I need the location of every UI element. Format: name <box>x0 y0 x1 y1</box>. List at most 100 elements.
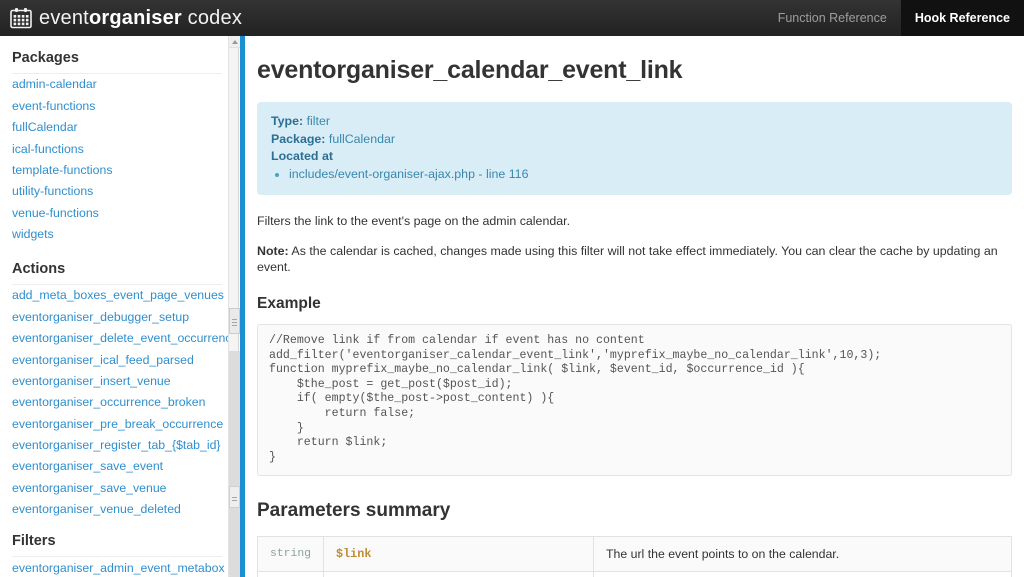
list-item: utility-functions <box>12 181 228 202</box>
sidebar-item-eventorganiser-register-tab[interactable]: eventorganiser_register_tab_{$tab_id} <box>12 435 228 456</box>
list-item: template-functions <box>12 160 228 181</box>
note-label: Note: <box>257 244 289 258</box>
list-item: admin-calendar <box>12 74 228 95</box>
example-code-block: //Remove link if from calendar if event … <box>257 324 1012 477</box>
sidebar-list-actions: add_meta_boxes_event_page_venues eventor… <box>12 285 228 520</box>
list-item: eventorganiser_save_event <box>12 456 228 477</box>
sidebar-item-eventorganiser-save-venue[interactable]: eventorganiser_save_venue <box>12 477 228 498</box>
sidebar-item-eventorganiser-venue-deleted[interactable]: eventorganiser_venue_deleted <box>12 499 228 520</box>
list-item: eventorganiser_debugger_setup <box>12 306 228 327</box>
parameters-summary-heading: Parameters summary <box>257 500 451 522</box>
sidebar-scrollbar[interactable] <box>228 36 240 577</box>
list-item: eventorganiser_ical_feed_parsed <box>12 349 228 370</box>
sidebar-heading-filters: Filters <box>12 533 222 558</box>
table-row: string $link The url the event points to… <box>257 536 1012 572</box>
sidebar-heading-actions: Actions <box>12 261 222 285</box>
list-item: eventorganiser_save_venue <box>12 477 228 498</box>
list-item: event-functions <box>12 95 228 116</box>
brand-text-rest: codex <box>181 7 243 29</box>
info-value-type: filter <box>306 114 331 128</box>
accent-divider <box>240 36 245 577</box>
table-row: int $event_id The event's post ID. <box>257 571 1012 577</box>
hook-note: Note: As the calendar is cached, changes… <box>257 243 1014 275</box>
list-item: widgets <box>12 224 228 245</box>
list-item: eventorganiser_register_tab_{$tab_id} <box>12 435 228 456</box>
list-item: eventorganiser_occurrence_broken <box>12 392 228 413</box>
hook-info-box: Type: filter Package: fullCalendar Locat… <box>257 102 1012 195</box>
sidebar-item-admin-calendar[interactable]: admin-calendar <box>12 74 228 95</box>
scrollbar-grip-line <box>232 322 237 323</box>
sidebar-item-add-meta-boxes-event-page-venues[interactable]: add_meta_boxes_event_page_venues <box>12 285 228 306</box>
info-label-type: Type: <box>271 114 304 128</box>
source-file-link[interactable]: includes/event-organiser-ajax.php - line… <box>289 167 528 181</box>
list-item: venue-functions <box>12 202 228 223</box>
sidebar-item-widgets[interactable]: widgets <box>12 224 228 245</box>
info-label-located-at: Located at <box>271 149 333 163</box>
sidebar-item-eventorganiser-occurrence-broken[interactable]: eventorganiser_occurrence_broken <box>12 392 228 413</box>
sidebar-item-eventorganiser-debugger-setup[interactable]: eventorganiser_debugger_setup <box>12 306 228 327</box>
brand-title: eventorganiser codex <box>39 7 242 29</box>
scrollbar-up-arrow-icon[interactable] <box>229 36 240 48</box>
top-navbar: eventorganiser codex Function Reference … <box>0 0 1024 36</box>
scrollbar-grip-line <box>232 319 237 320</box>
scrollbar-grip-line <box>232 497 237 498</box>
scrollbar-thumb-secondary[interactable] <box>229 486 240 508</box>
note-text: As the calendar is cached, changes made … <box>257 244 998 274</box>
sidebar-item-eventorganiser-save-event[interactable]: eventorganiser_save_event <box>12 456 228 477</box>
param-name: $event_id <box>323 571 595 577</box>
brand-text-bold: organiser <box>88 7 182 29</box>
scrollbar-grip-line <box>232 325 237 326</box>
param-type: string <box>257 536 325 572</box>
list-item: includes/event-organiser-ajax.php - line… <box>289 166 998 184</box>
nav-link-function-reference[interactable]: Function Reference <box>764 0 901 36</box>
param-description: The event's post ID. <box>593 571 1012 577</box>
calendar-icon <box>10 8 32 29</box>
list-item: ical-functions <box>12 138 228 159</box>
sidebar: Packages admin-calendar event-functions … <box>0 36 228 577</box>
list-item: add_meta_boxes_event_page_venues <box>12 285 228 306</box>
parameters-table: string $link The url the event points to… <box>257 536 1012 577</box>
hook-description: Filters the link to the event's page on … <box>257 214 571 228</box>
scrollbar-thumb[interactable] <box>229 308 240 334</box>
info-row-located: Located at <box>271 148 998 166</box>
list-item: eventorganiser_pre_break_occurrence <box>12 413 228 434</box>
sidebar-item-eventorganiser-admin-event-metabox[interactable]: eventorganiser_admin_event_metabox <box>12 557 228 577</box>
list-item: eventorganiser_delete_event_occurrences <box>12 328 228 349</box>
list-item: eventorganiser_venue_deleted <box>12 499 228 520</box>
sidebar-item-fullcalendar[interactable]: fullCalendar <box>12 117 228 138</box>
example-heading: Example <box>257 295 321 312</box>
sidebar-item-template-functions[interactable]: template-functions <box>12 160 228 181</box>
list-item: eventorganiser_admin_event_metabox <box>12 557 228 577</box>
brand-logo-link[interactable]: eventorganiser codex <box>0 0 242 36</box>
scrollbar-grip-line <box>232 500 237 501</box>
navbar-links: Function Reference Hook Reference <box>764 0 1024 36</box>
sidebar-item-eventorganiser-ical-feed-parsed[interactable]: eventorganiser_ical_feed_parsed <box>12 349 228 370</box>
info-label-package: Package: <box>271 131 326 146</box>
sidebar-item-ical-functions[interactable]: ical-functions <box>12 138 228 159</box>
param-description: The url the event points to on the calen… <box>593 536 1012 572</box>
sidebar-list-filters: eventorganiser_admin_event_metabox <box>12 557 228 577</box>
info-row-package: Package: fullCalendar <box>271 131 998 149</box>
brand-text-light: event <box>39 7 89 29</box>
sidebar-item-event-functions[interactable]: event-functions <box>12 95 228 116</box>
sidebar-item-utility-functions[interactable]: utility-functions <box>12 181 228 202</box>
sidebar-item-eventorganiser-delete-event-occurrences[interactable]: eventorganiser_delete_event_occurrences <box>12 328 228 349</box>
info-value-package: fullCalendar <box>328 131 395 146</box>
page-title: eventorganiser_calendar_event_link <box>257 56 683 84</box>
list-item: eventorganiser_insert_venue <box>12 371 228 392</box>
main-content: eventorganiser_calendar_event_link Type:… <box>245 36 1024 577</box>
sidebar-item-venue-functions[interactable]: venue-functions <box>12 202 228 223</box>
param-name: $link <box>323 536 595 572</box>
sidebar-heading-packages: Packages <box>12 50 222 74</box>
sidebar-item-eventorganiser-insert-venue[interactable]: eventorganiser_insert_venue <box>12 371 228 392</box>
info-located-list: includes/event-organiser-ajax.php - line… <box>271 166 998 184</box>
sidebar-item-eventorganiser-pre-break-occurrence[interactable]: eventorganiser_pre_break_occurrence <box>12 413 228 434</box>
scrollbar-track[interactable] <box>229 351 240 577</box>
list-item: fullCalendar <box>12 117 228 138</box>
nav-link-hook-reference[interactable]: Hook Reference <box>900 0 1024 36</box>
param-type: int <box>257 571 325 577</box>
sidebar-list-packages: admin-calendar event-functions fullCalen… <box>12 74 228 245</box>
info-row-type: Type: filter <box>271 113 998 131</box>
